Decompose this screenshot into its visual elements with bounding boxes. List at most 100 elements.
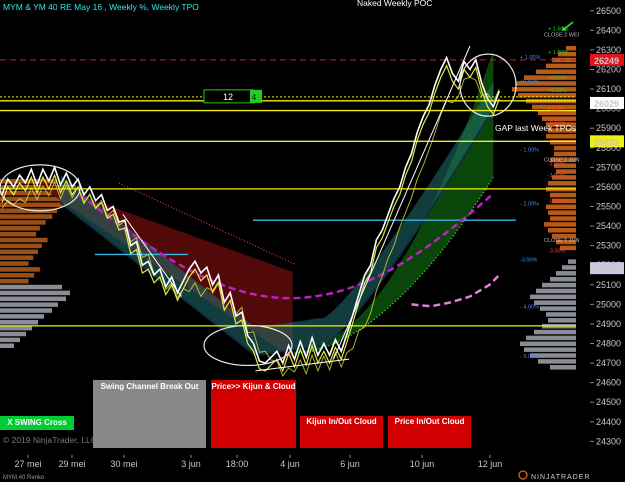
- price-badge-label: 26029: [594, 99, 619, 109]
- tpo-bar-right: [548, 210, 576, 215]
- weekly-pct-label: +0.50%: [520, 79, 539, 85]
- trendline-2: [255, 358, 350, 372]
- tpo-bar-right-grey: [542, 282, 576, 288]
- tpo-bar-right: [554, 145, 576, 151]
- weekly-pct-label: + 1.00%: [520, 55, 540, 61]
- ninjatrader-logo-text: NINJATRADER: [531, 474, 590, 481]
- signal-box-price-in-out: Price In/Out Cloud: [388, 416, 471, 448]
- tpo-bar-right: [548, 181, 576, 186]
- weekly-pct-label: -0.20%: [548, 107, 566, 113]
- tpo-bar-right-grey: [550, 276, 576, 282]
- weekly-pct-label: CLOSE 1 JUN: [544, 238, 579, 244]
- y-tick-label: 25500: [596, 201, 621, 211]
- tpo-bar-right: [544, 222, 576, 227]
- tpo-bar-right-grey: [548, 318, 576, 323]
- x-tick-label: 12 jun: [478, 459, 503, 469]
- naked-poc-label: Naked Weekly POC: [357, 0, 432, 8]
- tpo-bar-left-grey: [0, 331, 26, 337]
- tpo-bar-left: [0, 220, 46, 225]
- tpo-bar-right: [546, 63, 576, 69]
- weekly-pct-label: - 4.00%: [520, 304, 539, 310]
- price-badge-label: 25833: [594, 137, 619, 147]
- tpo-bar-left: [0, 267, 40, 272]
- y-tick-label: 26100: [596, 84, 621, 94]
- tpo-bar-right-grey: [546, 312, 576, 317]
- weekly-pct-label: -1.00%: [548, 161, 566, 167]
- tpo-bar-right-grey: [550, 365, 576, 370]
- y-tick-label: 25700: [596, 162, 621, 172]
- tpo-bar-left-grey: [0, 343, 14, 348]
- tpo-bar-left-grey: [0, 325, 32, 331]
- x-tick-label: 3 jun: [181, 459, 201, 469]
- tpo-bar-left-grey: [0, 337, 20, 343]
- x-tick-label: 6 jun: [340, 459, 360, 469]
- chart-title: MYM & YM 40 RE May 16 , Weekly %, Weekly…: [3, 2, 199, 12]
- tpo-bar-right-grey: [568, 259, 576, 264]
- y-tick-label: 24400: [596, 417, 621, 427]
- y-tick-label: 24600: [596, 378, 621, 388]
- footer-label: MYM 40 Renko: [3, 475, 45, 481]
- weekly-pct-label: -3.00%: [520, 257, 538, 263]
- tpo-bar-left-grey: [0, 308, 52, 313]
- y-tick-label: 25300: [596, 241, 621, 251]
- weekly-pct-label: + 1.00%: [548, 50, 568, 56]
- x-tick-label: 18:00: [226, 459, 249, 469]
- tpo-bar-left-grey: [0, 320, 38, 325]
- ninjatrader-logo-icon: [518, 470, 528, 480]
- x-tick-label: 30 mei: [110, 459, 137, 469]
- tpo-bar-right-grey: [534, 300, 576, 305]
- tpo-bar-right-grey: [536, 288, 576, 294]
- signal-box-kijun-in-out: Kijun In/Out Cloud: [300, 416, 383, 448]
- tpo-bar-right-grey: [562, 265, 576, 270]
- x-tick-label: 10 jun: [410, 459, 435, 469]
- signal-label: X SWING Cross: [7, 418, 67, 427]
- y-tick-label: 25100: [596, 280, 621, 290]
- x-tick-label: 29 mei: [58, 459, 85, 469]
- tpo-bar-right: [554, 151, 576, 157]
- y-tick-label: 25000: [596, 299, 621, 309]
- signal-label: Price>> Kijun & Cloud: [211, 382, 296, 391]
- price-badge-label: 25185: [594, 264, 619, 274]
- tpo-bar-left: [0, 243, 42, 249]
- x-tick-label: 4 jun: [280, 459, 300, 469]
- y-tick-label: 24900: [596, 319, 621, 329]
- moving-average-pink: [411, 274, 501, 308]
- chart-stage: 24300 24400 24500 24600 24700 24800 24900 25000…: [0, 0, 625, 482]
- y-tick-label: 26300: [596, 45, 621, 55]
- weekly-pct-label: - 2.00%: [520, 202, 539, 208]
- tpo-bar-right: [546, 204, 576, 210]
- tpo-bar-right: [548, 228, 576, 233]
- tpo-bar-left: [0, 249, 38, 255]
- signal-label: Kijun In/Out Cloud: [306, 417, 377, 426]
- tpo-bar-right-grey: [540, 306, 576, 311]
- x-tick-label: 27 mei: [14, 459, 41, 469]
- y-tick-label: 25600: [596, 182, 621, 192]
- gap-label: GAP last Week TPOs: [495, 123, 576, 133]
- signal-box-swing-channel: Swing Channel Break Out: [93, 380, 206, 448]
- tpo-bar-right-grey: [538, 359, 576, 364]
- weekly-pct-label: +0.50%: [548, 75, 567, 81]
- tpo-bar-left: [0, 237, 48, 243]
- copyright-label: © 2019 NinjaTrader, LLC: [3, 435, 97, 445]
- y-tick-label: 24300: [596, 436, 621, 446]
- tpo-bar-right-grey: [526, 335, 576, 341]
- tpo-bar-left-grey: [0, 296, 66, 302]
- signal-label: Swing Channel Break Out: [100, 382, 199, 391]
- tpo-bar-right-grey: [530, 294, 576, 300]
- y-tick-label: 26500: [596, 6, 621, 16]
- tpo-bar-right-grey: [524, 347, 576, 352]
- tpo-bar-left: [0, 261, 29, 266]
- tpo-bar-left: [0, 278, 29, 284]
- y-tick-label: 25400: [596, 221, 621, 231]
- weekly-pct-label: +0.20%: [548, 88, 567, 94]
- tpo-bar-left: [0, 214, 53, 219]
- y-tick-label: 26400: [596, 25, 621, 35]
- tpo-bar-right-grey: [520, 341, 576, 347]
- counter-flag-value: 4: [252, 93, 257, 102]
- counter-value: 12: [223, 92, 233, 102]
- price-badge-label: 26249: [594, 56, 619, 66]
- tpo-bar-right: [546, 134, 576, 139]
- tpo-bar-right: [536, 69, 576, 74]
- tpo-bar-right: [550, 192, 576, 198]
- tpo-bar-right-grey: [556, 271, 576, 276]
